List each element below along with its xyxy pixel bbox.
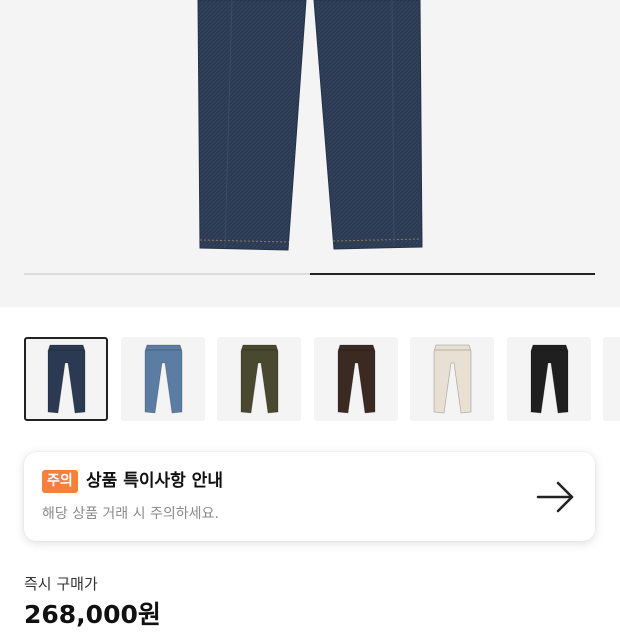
thumbnail-5[interactable]	[410, 337, 494, 421]
thumbnail-1[interactable]	[24, 337, 108, 421]
thumbnail-6[interactable]	[506, 337, 591, 421]
thumbnail-strip	[24, 337, 620, 421]
jeans-thumbnail-image	[240, 344, 279, 414]
jeans-thumbnail-image	[530, 344, 568, 414]
product-image-carousel[interactable]	[0, 0, 620, 307]
notice-title: 상품 특이사항 안내	[86, 471, 223, 491]
notice-description: 해당 상품 거래 시 주의하세요.	[42, 506, 219, 522]
jeans-thumbnail-image	[603, 337, 620, 421]
carousel-progress	[24, 273, 595, 275]
jeans-thumbnail-image	[433, 344, 472, 414]
jeans-thumbnail-image	[337, 344, 375, 414]
notice-card[interactable]: 주의 상품 특이사항 안내 해당 상품 거래 시 주의하세요.	[24, 452, 595, 541]
arrow-right-icon[interactable]	[536, 480, 576, 518]
jeans-thumbnail-image	[47, 344, 86, 414]
instant-buy-label: 즉시 구매가	[24, 575, 98, 593]
thumbnail-7[interactable]	[603, 337, 620, 421]
thumbnail-3[interactable]	[217, 337, 301, 421]
thumbnail-4[interactable]	[313, 337, 398, 421]
carousel-progress-fill	[309, 273, 595, 275]
thumbnail-2[interactable]	[120, 337, 205, 421]
product-image	[197, 0, 423, 251]
jeans-thumbnail-image	[144, 344, 182, 414]
caution-badge: 주의	[42, 470, 78, 493]
instant-buy-price: 268,000원	[24, 600, 161, 629]
